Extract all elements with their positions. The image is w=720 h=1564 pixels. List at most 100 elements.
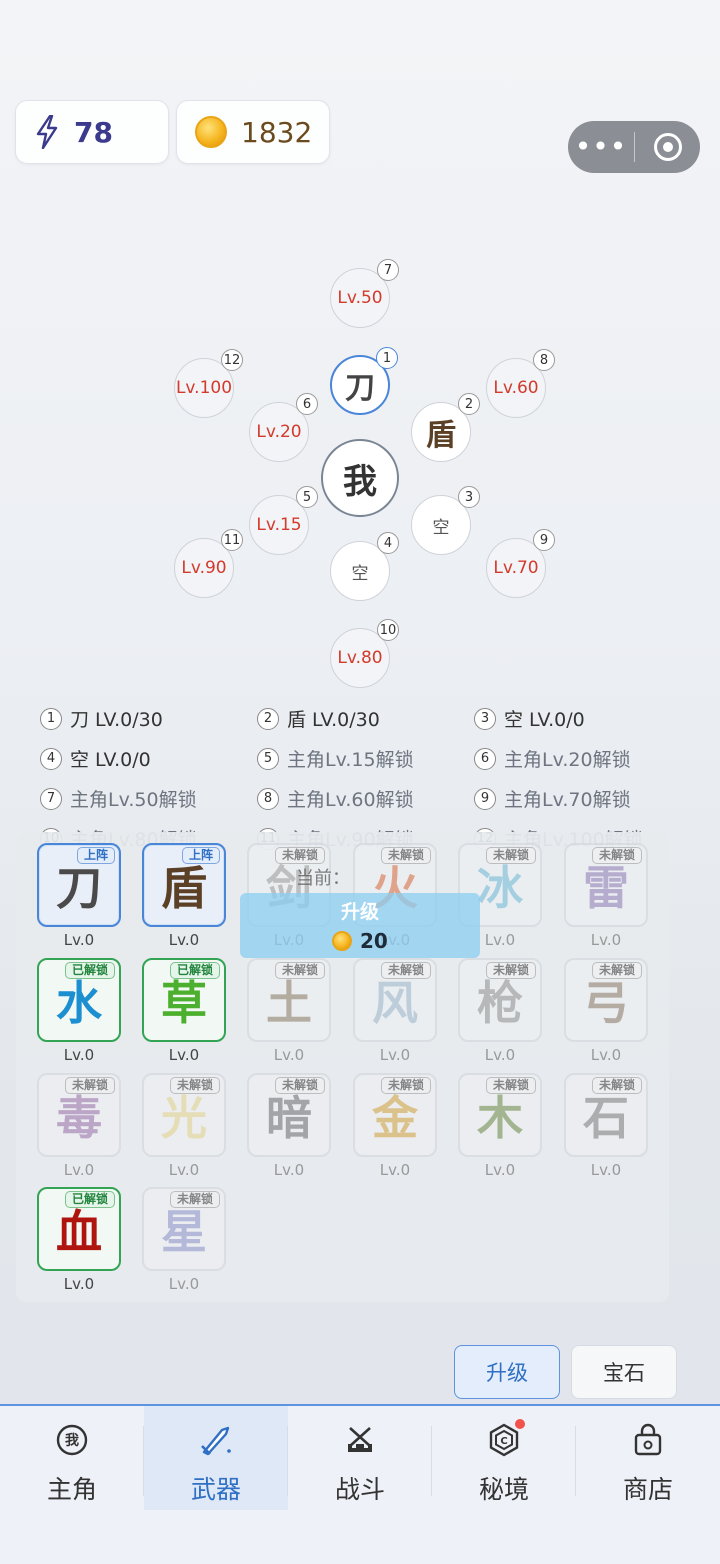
slot-10[interactable]: Lv.80 10: [330, 619, 399, 688]
upgrade-popup-title: 升级: [340, 901, 379, 923]
slot-number-badge: 5: [296, 486, 318, 508]
tab-label: 秘境: [478, 1475, 529, 1504]
upgrade-cost-value: 20: [360, 929, 388, 953]
slot-3[interactable]: 空 3: [411, 486, 480, 555]
slot-number: 9: [474, 787, 496, 810]
upgrade-popup[interactable]: 升级 20: [240, 893, 480, 958]
tab-label: 主角: [46, 1475, 97, 1504]
slot-info-row: 4 空 LV.0/0 5 主角Lv.15解锁 6 主角Lv.20解锁: [40, 745, 700, 772]
weapon-level: Lv.0: [63, 1161, 95, 1179]
slot-info-4: 4 空 LV.0/0: [40, 745, 257, 772]
weapon-card[interactable]: 石未解锁: [564, 1073, 648, 1157]
slot-label: Lv.50: [337, 288, 383, 308]
hero-center[interactable]: 我: [321, 439, 399, 517]
tab-hero[interactable]: 我 主角: [0, 1406, 144, 1510]
more-options-button[interactable]: •••: [568, 121, 634, 173]
slot-number: 2: [257, 707, 279, 730]
weapon-level: Lv.0: [590, 1161, 622, 1179]
weapon-card[interactable]: 血已解锁: [37, 1187, 121, 1271]
slot-info-text: 空 LV.0/0: [504, 709, 585, 731]
upgrade-button[interactable]: 升级: [454, 1345, 560, 1399]
weapon-card[interactable]: 光未解锁: [142, 1073, 226, 1157]
notification-dot: [515, 1419, 525, 1429]
slot-8[interactable]: Lv.60 8: [486, 349, 555, 418]
weapon-card[interactable]: 木未解锁: [458, 1073, 542, 1157]
slot-11[interactable]: Lv.90 11: [174, 529, 243, 598]
slot-info-text: 盾 LV.0/30: [287, 709, 380, 731]
weapon-card[interactable]: 土未解锁: [247, 958, 331, 1042]
slot-info-3: 3 空 LV.0/0: [474, 705, 691, 732]
weapon-card[interactable]: 草已解锁: [142, 958, 226, 1042]
slot-number: 3: [474, 707, 496, 730]
weapon-card[interactable]: 刀上阵: [37, 843, 121, 927]
weapon-card[interactable]: 枪未解锁: [458, 958, 542, 1042]
weapon-status-tag: 已解锁: [64, 962, 115, 979]
slot-info-2: 2 盾 LV.0/30: [257, 705, 474, 732]
energy-value: 78: [74, 115, 113, 149]
slot-label: Lv.90: [181, 558, 227, 578]
weapon-status-tag: 未解锁: [169, 1191, 220, 1208]
slot-1[interactable]: 刀 1: [330, 347, 398, 415]
weapon-level: Lv.0: [168, 1161, 200, 1179]
slot-number-badge: 2: [458, 393, 480, 415]
tab-weapon[interactable]: 武器: [144, 1406, 288, 1510]
slot-7[interactable]: Lv.50 7: [330, 259, 399, 328]
slot-label: 盾: [426, 418, 456, 453]
upgrade-cost: 20: [332, 929, 388, 953]
weapon-status-tag: 未解锁: [485, 1077, 536, 1094]
slot-number: 5: [257, 747, 279, 770]
weapon-level: Lv.0: [273, 1161, 305, 1179]
slot-9[interactable]: Lv.70 9: [486, 529, 555, 598]
tab-realm[interactable]: C 秘境: [432, 1406, 576, 1510]
weapon-card[interactable]: 风未解锁: [353, 958, 437, 1042]
coin-icon: [332, 931, 352, 951]
weapon-card[interactable]: 金未解锁: [353, 1073, 437, 1157]
slot-info-row: 1 刀 LV.0/30 2 盾 LV.0/30 3 空 LV.0/0: [40, 705, 700, 732]
slot-number-badge: 6: [296, 393, 318, 415]
slot-info-6: 6 主角Lv.20解锁: [474, 745, 691, 772]
slot-info-8: 8 主角Lv.60解锁: [257, 785, 474, 812]
weapon-card[interactable]: 暗未解锁: [247, 1073, 331, 1157]
gem-button[interactable]: 宝石: [571, 1345, 677, 1399]
weapon-card[interactable]: 弓未解锁: [564, 958, 648, 1042]
close-miniprogram-button[interactable]: [635, 133, 700, 161]
slot-label: Lv.100: [175, 378, 233, 398]
weapon-level: Lv.0: [590, 931, 622, 949]
slot-5[interactable]: Lv.15 5: [249, 486, 318, 555]
weapon-status-tag: 未解锁: [274, 962, 325, 979]
tab-battle[interactable]: 战斗: [288, 1406, 432, 1510]
slot-12[interactable]: Lv.100 12: [174, 349, 243, 418]
slot-2[interactable]: 盾 2: [411, 393, 480, 462]
weapon-status-tag: 已解锁: [169, 962, 220, 979]
slot-number-badge: 7: [377, 259, 399, 281]
slot-info-text: 主角Lv.70解锁: [504, 789, 631, 811]
weapon-level: Lv.0: [484, 1046, 516, 1064]
slot-info-7: 7 主角Lv.50解锁: [40, 785, 257, 812]
slot-6[interactable]: Lv.20 6: [249, 393, 318, 462]
slot-number-badge: 9: [533, 529, 555, 551]
weapon-card[interactable]: 盾上阵: [142, 843, 226, 927]
weapon-status-tag: 上阵: [181, 847, 220, 864]
slot-number-badge: 8: [533, 349, 555, 371]
tab-shop[interactable]: 商店: [576, 1406, 720, 1510]
weapon-status-tag: 未解锁: [64, 1077, 115, 1094]
slot-number-badge: 10: [377, 619, 399, 641]
slot-label: Lv.15: [256, 515, 302, 535]
slot-label: 空: [432, 517, 450, 538]
weapon-level: Lv.0: [379, 1046, 411, 1064]
slot-info-row: 7 主角Lv.50解锁 8 主角Lv.60解锁 9 主角Lv.70解锁: [40, 785, 700, 812]
weapon-card[interactable]: 星未解锁: [142, 1187, 226, 1271]
weapon-card[interactable]: 雷未解锁: [564, 843, 648, 927]
slot-4[interactable]: 空 4: [330, 532, 399, 601]
slot-info-1: 1 刀 LV.0/30: [40, 705, 257, 732]
weapon-level: Lv.0: [168, 931, 200, 949]
weapon-level: Lv.0: [63, 931, 95, 949]
miniprogram-capsule: •••: [568, 121, 700, 173]
weapon-card[interactable]: 水已解锁: [37, 958, 121, 1042]
weapon-card[interactable]: 毒未解锁: [37, 1073, 121, 1157]
slot-label: Lv.60: [493, 378, 539, 398]
slot-info-9: 9 主角Lv.70解锁: [474, 785, 691, 812]
coin-icon: [195, 116, 227, 148]
tab-label: 战斗: [334, 1475, 385, 1504]
slot-info-text: 主角Lv.60解锁: [287, 789, 414, 811]
